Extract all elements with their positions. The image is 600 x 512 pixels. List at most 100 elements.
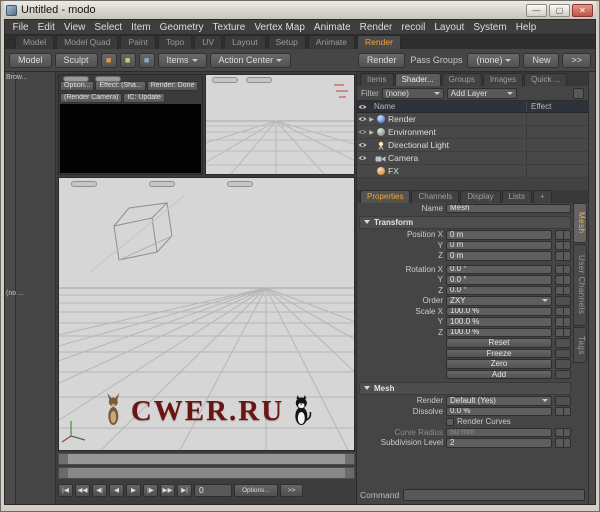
scale-z-field[interactable]: 100.0 % <box>446 327 552 337</box>
render-button[interactable]: Render <box>357 52 406 68</box>
menu-vertex-map[interactable]: Vertex Map <box>250 22 310 33</box>
rotation-x-field[interactable]: 0.0 ° <box>446 264 552 274</box>
step-back-button[interactable]: ◀| <box>92 484 107 497</box>
filter-options-button[interactable] <box>573 87 584 99</box>
freeze-button[interactable]: Freeze <box>446 348 552 358</box>
play-button[interactable]: ▶ <box>126 484 141 497</box>
item-row-fx[interactable]: FX <box>357 165 588 178</box>
tab-uv[interactable]: UV <box>194 35 223 49</box>
order-popup-button[interactable] <box>555 296 571 306</box>
item-label[interactable]: Render <box>386 114 526 124</box>
viewport-pill[interactable] <box>227 181 253 187</box>
item-label[interactable]: Camera <box>386 153 526 163</box>
item-label[interactable]: Environment <box>386 127 526 137</box>
menu-system[interactable]: System <box>469 22 511 33</box>
prev-keyframe-button[interactable]: ◀◀ <box>75 484 90 497</box>
name-field[interactable]: Mesh <box>446 203 571 213</box>
mini-viewport[interactable] <box>205 74 355 175</box>
item-tool-icon[interactable]: ■ <box>138 52 155 68</box>
play-reverse-button[interactable]: ◀ <box>109 484 124 497</box>
browser-tab-label[interactable]: Brow... <box>6 74 27 81</box>
browser-strip[interactable]: Brow... (no ... <box>5 72 27 504</box>
render-dropdown[interactable]: Default (Yes) <box>446 396 552 406</box>
tab-paint[interactable]: Paint <box>120 35 156 49</box>
menu-view[interactable]: View <box>59 22 90 33</box>
effect-column-header[interactable]: Effect <box>526 102 588 111</box>
close-button[interactable]: ✕ <box>572 3 593 17</box>
maximize-button[interactable]: ▢ <box>549 3 570 17</box>
viewport-pill[interactable] <box>71 181 97 187</box>
item-label[interactable]: Directional Light <box>386 140 526 150</box>
subdivision-field[interactable]: 2 <box>446 438 552 448</box>
item-row-camera[interactable]: Camera <box>357 152 588 165</box>
item-row-render[interactable]: ▶ Render <box>357 113 588 126</box>
viewport-pill[interactable] <box>63 76 89 82</box>
position-y-field[interactable]: 0 m <box>446 240 552 250</box>
timeline-options-button[interactable]: Options... <box>234 484 278 497</box>
current-frame-field[interactable]: 0 <box>194 484 232 497</box>
tab-display[interactable]: Display <box>460 190 501 203</box>
preview-options-button[interactable]: Option... <box>60 81 95 91</box>
render-preview-image[interactable] <box>60 104 201 173</box>
main-viewport[interactable]: CWER.RU <box>58 177 355 451</box>
tab-animate[interactable]: Animate <box>307 35 356 49</box>
scale-y-field[interactable]: 100.0 % <box>446 317 552 327</box>
tab-setup[interactable]: Setup <box>267 35 306 49</box>
channel-buttons[interactable] <box>555 264 571 274</box>
viewport-pill[interactable] <box>149 181 175 187</box>
command-input[interactable] <box>403 489 585 501</box>
name-column-header[interactable]: Name <box>368 102 526 111</box>
channel-buttons[interactable] <box>555 406 571 416</box>
render-curves-checkbox[interactable] <box>446 417 454 426</box>
channel-buttons[interactable] <box>555 240 571 250</box>
menu-texture[interactable]: Texture <box>208 22 250 33</box>
channel-buttons[interactable] <box>555 327 571 337</box>
side-tab-mesh[interactable]: Mesh <box>573 203 587 243</box>
channel-buttons[interactable] <box>555 285 571 295</box>
ic-update-button[interactable]: IC: Update <box>123 93 165 103</box>
transform-section-header[interactable]: Transform <box>359 215 571 229</box>
tab-model-quad[interactable]: Model Quad <box>56 35 119 49</box>
channel-buttons[interactable] <box>555 251 571 261</box>
channel-buttons[interactable] <box>555 230 571 240</box>
channel-buttons[interactable] <box>555 438 571 448</box>
dissolve-field[interactable]: 0.0 % <box>446 406 552 416</box>
menu-render[interactable]: Render <box>355 22 397 33</box>
channel-buttons[interactable] <box>555 306 571 316</box>
transport-overflow-button[interactable]: >> <box>279 484 304 497</box>
render-popup-button[interactable] <box>555 396 571 406</box>
title-bar[interactable]: Untitled - modo — ▢ ✕ <box>4 1 596 19</box>
position-z-field[interactable]: 0 m <box>446 251 552 261</box>
visibility-toggle[interactable] <box>357 155 368 161</box>
visibility-toggle[interactable] <box>357 116 368 122</box>
model-mode-button[interactable]: Model <box>9 52 52 68</box>
go-to-end-button[interactable]: ▶| <box>177 484 192 497</box>
add-layer-dropdown[interactable]: Add Layer <box>446 87 517 99</box>
item-row-environment[interactable]: ▶ Environment <box>357 126 588 139</box>
viewport-pill[interactable] <box>212 77 238 83</box>
channel-buttons[interactable] <box>555 275 571 285</box>
menu-edit[interactable]: Edit <box>33 22 59 33</box>
zero-popup-button[interactable] <box>555 359 571 369</box>
minimize-button[interactable]: — <box>526 3 547 17</box>
preview-effect-button[interactable]: Effect: (Sha... <box>95 81 146 91</box>
toolbar-overflow-button[interactable]: >> <box>562 52 591 68</box>
menu-select[interactable]: Select <box>90 22 127 33</box>
tab-images[interactable]: Images <box>482 73 524 86</box>
next-keyframe-button[interactable]: ▶▶ <box>160 484 175 497</box>
mesh-section-header[interactable]: Mesh <box>359 381 571 395</box>
rotation-z-field[interactable]: 0.0 ° <box>446 285 552 295</box>
tab-add[interactable]: + <box>532 190 552 203</box>
reset-popup-button[interactable] <box>555 338 571 348</box>
tab-groups[interactable]: Groups <box>441 73 482 86</box>
freeze-popup-button[interactable] <box>555 348 571 358</box>
rotation-y-field[interactable]: 0.0 ° <box>446 275 552 285</box>
item-row-directional-light[interactable]: Directional Light <box>357 139 588 152</box>
tab-properties[interactable]: Properties <box>360 190 411 203</box>
menu-item[interactable]: Item <box>127 22 155 33</box>
channel-buttons[interactable] <box>555 317 571 327</box>
zero-button[interactable]: Zero <box>446 359 552 369</box>
tab-items[interactable]: Items <box>360 73 394 86</box>
go-to-start-button[interactable]: |◀ <box>58 484 73 497</box>
timeline-track[interactable] <box>58 453 355 465</box>
